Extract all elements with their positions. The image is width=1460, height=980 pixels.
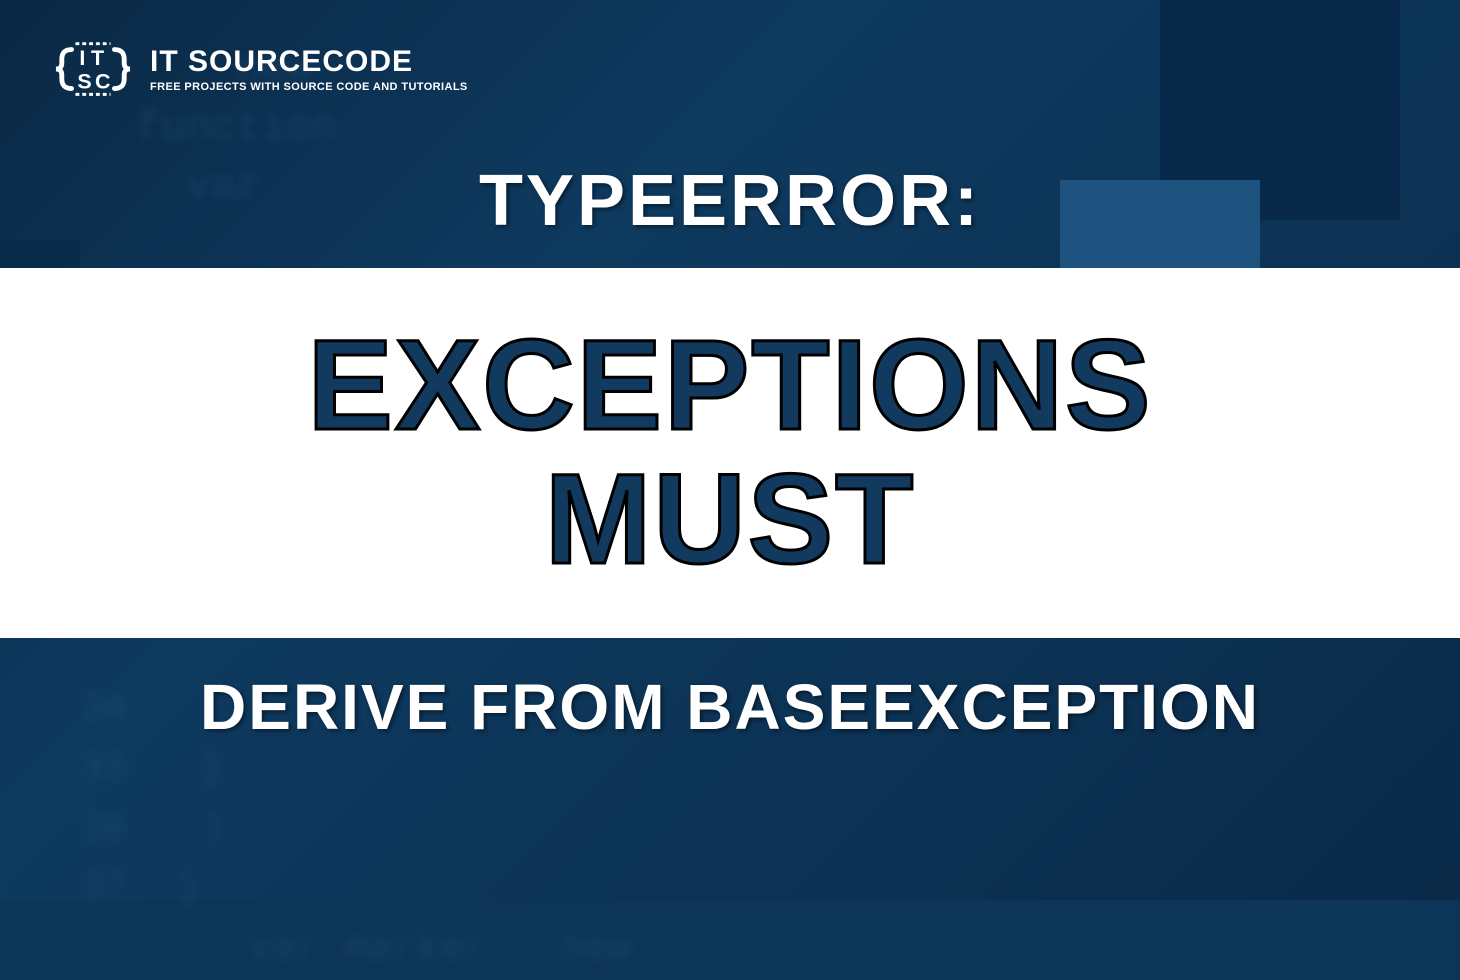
heading-typeerror: TYPEERROR: — [0, 160, 1460, 242]
main-word-exceptions: EXCEPTIONS — [307, 319, 1152, 453]
logo-subtitle: FREE PROJECTS WITH SOURCE CODE AND TUTOR… — [150, 81, 468, 93]
logo-icon: I T S C — [54, 30, 132, 108]
svg-text:C: C — [95, 70, 110, 94]
white-band: EXCEPTIONS MUST — [0, 268, 1460, 638]
logo-title: IT SOURCECODE — [150, 45, 468, 79]
footer-text: DERIVE FROM BASEEXCEPTION — [0, 670, 1460, 744]
svg-text:S: S — [77, 70, 91, 94]
logo-text: IT SOURCECODE FREE PROJECTS WITH SOURCE … — [150, 45, 468, 93]
svg-text:I: I — [79, 46, 85, 70]
logo: I T S C IT SOURCECODE FREE PROJECTS WITH… — [54, 30, 468, 108]
svg-text:T: T — [91, 46, 104, 70]
main-word-must: MUST — [545, 453, 916, 587]
